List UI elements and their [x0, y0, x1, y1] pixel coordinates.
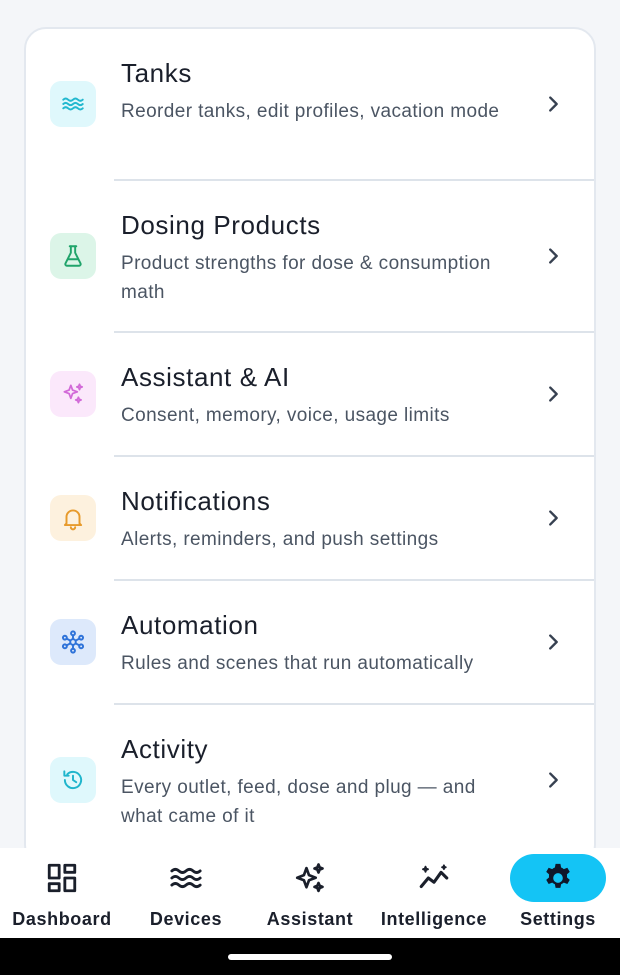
- trend-icon: [403, 854, 465, 902]
- settings-item-title: Activity: [121, 734, 209, 764]
- bell-icon: [50, 495, 96, 541]
- waves-icon: [50, 81, 96, 127]
- settings-item-activity[interactable]: Activity Every outlet, feed, dose and pl…: [26, 705, 594, 865]
- chevron-right-icon: [549, 96, 558, 112]
- settings-card: Tanks Reorder tanks, edit profiles, vaca…: [24, 27, 596, 867]
- dashboard-icon: [31, 854, 93, 902]
- home-indicator[interactable]: [228, 954, 392, 960]
- sparkles-icon: [50, 371, 96, 417]
- tab-settings[interactable]: Settings: [496, 848, 620, 938]
- settings-item-description: Reorder tanks, edit profiles, vacation m…: [121, 101, 500, 122]
- sparkles-icon: [279, 854, 341, 902]
- tab-label: Assistant: [266, 909, 354, 929]
- tab-assistant[interactable]: Assistant: [248, 848, 372, 938]
- settings-item-description: Product strengths for dose & consumption…: [121, 253, 491, 303]
- settings-item-automation[interactable]: Automation Rules and scenes that run aut…: [26, 581, 594, 705]
- settings-item-tanks[interactable]: Tanks Reorder tanks, edit profiles, vaca…: [26, 29, 594, 181]
- chevron-right-icon: [549, 386, 558, 402]
- settings-item-description: Every outlet, feed, dose and plug — and …: [121, 777, 476, 827]
- chevron-right-icon: [549, 248, 558, 264]
- gear-icon: [510, 854, 606, 902]
- tab-label: Settings: [520, 909, 596, 929]
- chevron-right-icon: [549, 634, 558, 650]
- chevron-right-icon: [549, 772, 558, 788]
- settings-item-title: Assistant & AI: [121, 362, 290, 392]
- settings-item-assistant-ai[interactable]: Assistant & AI Consent, memory, voice, u…: [26, 333, 594, 457]
- settings-item-description: Alerts, reminders, and push settings: [121, 529, 439, 550]
- settings-item-title: Automation: [121, 610, 259, 640]
- system-navigation-bar: [0, 938, 620, 975]
- tab-dashboard[interactable]: Dashboard: [0, 848, 124, 938]
- bottom-navigation: Dashboard Devices Assistant Intelligence…: [0, 848, 620, 938]
- history-icon: [50, 757, 96, 803]
- settings-item-description: Rules and scenes that run automatically: [121, 653, 474, 674]
- settings-item-description: Consent, memory, voice, usage limits: [121, 405, 450, 426]
- tab-label: Intelligence: [380, 909, 488, 929]
- network-icon: [50, 619, 96, 665]
- flask-icon: [50, 233, 96, 279]
- chevron-right-icon: [549, 510, 558, 526]
- settings-item-title: Dosing Products: [121, 210, 321, 240]
- waves-icon: [155, 854, 217, 902]
- settings-item-title: Tanks: [121, 58, 192, 88]
- tab-label: Devices: [149, 909, 223, 929]
- settings-item-notifications[interactable]: Notifications Alerts, reminders, and pus…: [26, 457, 594, 581]
- settings-item-dosing-products[interactable]: Dosing Products Product strengths for do…: [26, 181, 594, 333]
- tab-intelligence[interactable]: Intelligence: [372, 848, 496, 938]
- tab-devices[interactable]: Devices: [124, 848, 248, 938]
- settings-item-title: Notifications: [121, 486, 271, 516]
